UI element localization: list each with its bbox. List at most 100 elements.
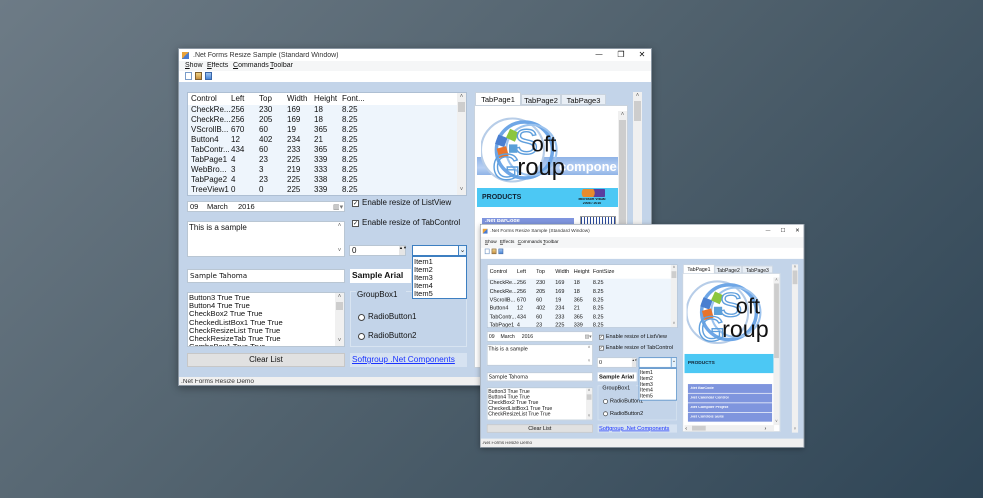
tab-tabpage3[interactable]: TabPage3 <box>561 94 606 105</box>
minimize-button[interactable]: — <box>591 49 607 61</box>
scroll-up-arrow-icon[interactable]: ˄ <box>618 112 627 119</box>
maximize-button[interactable]: ❐ <box>613 49 629 61</box>
scroll-down-arrow-icon[interactable]: ˅ <box>457 187 466 194</box>
minimize-button[interactable]: — <box>762 225 773 237</box>
scroll-up-arrow-icon[interactable]: ˄ <box>457 94 466 101</box>
picture-icon[interactable] <box>195 72 202 80</box>
clipboard-icon[interactable] <box>498 248 504 255</box>
scroll-up-arrow-icon[interactable]: ˄ <box>773 278 779 283</box>
dropdown-option[interactable]: Item5 <box>414 290 465 298</box>
table-row[interactable]: TabContr... 434 60 233 365 8.25 <box>488 313 673 321</box>
scroll-down-arrow-icon[interactable]: ˅ <box>671 322 677 327</box>
checkbox-box[interactable]: ✓ <box>599 334 604 340</box>
new-document-icon[interactable] <box>484 248 490 255</box>
scroll-up-arrow-icon[interactable]: ˄ <box>671 266 677 271</box>
dropdown-option[interactable]: Item3 <box>640 382 676 387</box>
close-button[interactable]: ✕ <box>634 49 650 61</box>
dropdown-option[interactable]: Item1 <box>414 258 465 266</box>
tab-tabpage2[interactable]: TabPage2 <box>521 94 561 105</box>
scroll-down-arrow-icon[interactable]: ˅ <box>586 414 592 419</box>
softgroup-link[interactable]: Softgroup .Net Components <box>352 355 466 365</box>
dropdown-option[interactable]: Item2 <box>414 266 465 274</box>
radio-1[interactable]: RadioButton1 <box>358 313 458 322</box>
title-bar[interactable]: .Net Forms Resize Sample (Standard Windo… <box>179 49 651 61</box>
dropdown-option[interactable]: Item3 <box>414 274 465 282</box>
radio-circle[interactable] <box>603 399 608 405</box>
checkbox-box[interactable]: ✓ <box>352 200 359 207</box>
memo-scrollbar[interactable]: ˄ ˅ <box>335 222 344 256</box>
checkbox-resize-tabcontrol[interactable]: ✓ Enable resize of TabControl <box>352 219 472 228</box>
controls-listview[interactable]: Control Left Top Width Height Font... CheckRe.… <box>187 92 467 196</box>
title-bar[interactable]: .Net Forms Resize Sample (Standard Windo… <box>480 224 804 237</box>
chevron-down-icon[interactable]: ⌄ <box>458 246 466 255</box>
date-month[interactable]: March <box>207 203 237 212</box>
table-row[interactable]: TabPage1 4 23 225 339 8.25 <box>188 155 458 165</box>
scroll-up-arrow-icon[interactable]: ˄ <box>792 265 798 270</box>
tab-tabpage1[interactable]: TabPage1 <box>683 264 715 274</box>
combo-dropdown-list[interactable]: Item1 Item2 Item3 Item4 Item5 <box>638 368 677 401</box>
scroll-down-arrow-icon[interactable]: ˅ <box>792 427 798 432</box>
radio-circle[interactable] <box>603 411 608 417</box>
scrollbar-thumb[interactable] <box>634 101 641 121</box>
multiline-textbox[interactable]: This is a sample ˄ ˅ <box>486 344 593 366</box>
radio-2[interactable]: RadioButton2 <box>358 332 458 341</box>
scrollbar-thumb[interactable] <box>692 425 706 431</box>
dropdown-option[interactable]: Item1 <box>640 370 676 375</box>
column-header[interactable]: FontSize <box>593 269 620 275</box>
softgroup-link[interactable]: Softgroup .Net Components <box>599 425 676 432</box>
column-header[interactable]: Control <box>191 95 231 104</box>
combobox[interactable]: ⌄ <box>412 245 467 256</box>
new-document-icon[interactable] <box>185 72 192 80</box>
scroll-down-arrow-icon[interactable]: ˅ <box>335 248 344 255</box>
dropdown-option[interactable]: Item5 <box>640 394 676 399</box>
listview-scrollbar[interactable]: ˄ ˅ <box>670 265 677 328</box>
combobox[interactable]: ⌄ <box>638 357 677 368</box>
scrollbar-thumb[interactable] <box>671 271 677 279</box>
menu-commands[interactable]: Commands <box>518 240 543 245</box>
date-picker[interactable]: 09 March 2016 ▥▾ <box>486 331 593 342</box>
scroll-up-arrow-icon[interactable]: ˄ <box>335 223 344 230</box>
properties-listbox[interactable]: Button3 True True Button4 True True CheckB… <box>486 387 593 421</box>
date-day[interactable]: 09 <box>190 203 204 212</box>
scroll-down-arrow-icon[interactable]: ˅ <box>586 359 592 364</box>
maximize-button[interactable]: ☐ <box>778 225 789 237</box>
column-header[interactable]: Control <box>490 269 517 275</box>
table-row[interactable]: VScrollB... 670 60 19 365 8.25 <box>488 296 673 304</box>
scroll-right-arrow-icon[interactable]: › <box>765 425 770 431</box>
browser-horizontal-scrollbar[interactable]: ‹ › <box>684 425 775 432</box>
listview-scrollbar[interactable]: ˄ ˅ <box>457 93 466 195</box>
scrollbar-thumb[interactable] <box>586 394 592 400</box>
multiline-textbox[interactable]: This is a sample ˄ ˅ <box>187 221 345 257</box>
scroll-up-arrow-icon[interactable]: ˄ <box>335 294 344 301</box>
date-month[interactable]: March <box>501 334 522 340</box>
dropdown-option[interactable]: Item4 <box>640 388 676 393</box>
tahoma-textbox[interactable]: Sample Tahoma <box>187 269 345 283</box>
tab-control[interactable]: TabPage1 TabPage2 TabPage3 Soft Group PRODUCT… <box>682 264 781 432</box>
picture-icon[interactable] <box>491 248 497 255</box>
scroll-down-arrow-icon[interactable]: ˅ <box>335 338 344 345</box>
close-button[interactable]: ✕ <box>792 225 803 237</box>
clear-list-button[interactable]: Clear List <box>187 353 345 367</box>
menu-toolbar[interactable]: Toolbar <box>270 62 306 70</box>
scrollbar-thumb[interactable] <box>336 302 343 310</box>
table-row[interactable]: VScrollB... 670 60 19 365 8.25 <box>188 125 458 135</box>
radio-circle[interactable] <box>358 313 365 321</box>
table-row[interactable]: CheckRe... 256 230 169 18 8.25 <box>188 105 458 115</box>
date-picker[interactable]: 09 March 2016 ▥▾ <box>187 201 345 212</box>
browser-scrollbar[interactable]: ˄˅ <box>773 277 780 426</box>
calendar-dropdown-icon[interactable]: ▥▾ <box>333 203 345 212</box>
product-link[interactable]: .Net Compiler Project <box>687 403 773 413</box>
list-item[interactable]: ComboBox1 True True <box>189 343 329 346</box>
table-row[interactable]: Button4 12 402 234 21 8.25 <box>188 135 458 145</box>
date-year[interactable]: 2016 <box>522 334 543 340</box>
tab-tabpage1[interactable]: TabPage1 <box>475 92 521 105</box>
memo-scrollbar[interactable]: ˄ ˅ <box>586 345 592 365</box>
table-row[interactable]: Button4 12 402 234 21 8.25 <box>488 304 673 312</box>
product-link[interactable]: .Net Calendar Control <box>687 393 773 403</box>
properties-listbox[interactable]: Button3 True True Button4 True True CheckB… <box>187 292 345 347</box>
form-vertical-scrollbar[interactable]: ˄˅ <box>791 264 799 433</box>
column-header[interactable]: Font... <box>342 95 382 104</box>
table-row[interactable]: CheckRe... 256 205 169 18 8.25 <box>188 115 458 125</box>
numeric-updown[interactable]: 0 ▲▼ <box>596 357 637 368</box>
product-link[interactable]: .Net Controls Suite <box>687 412 773 422</box>
